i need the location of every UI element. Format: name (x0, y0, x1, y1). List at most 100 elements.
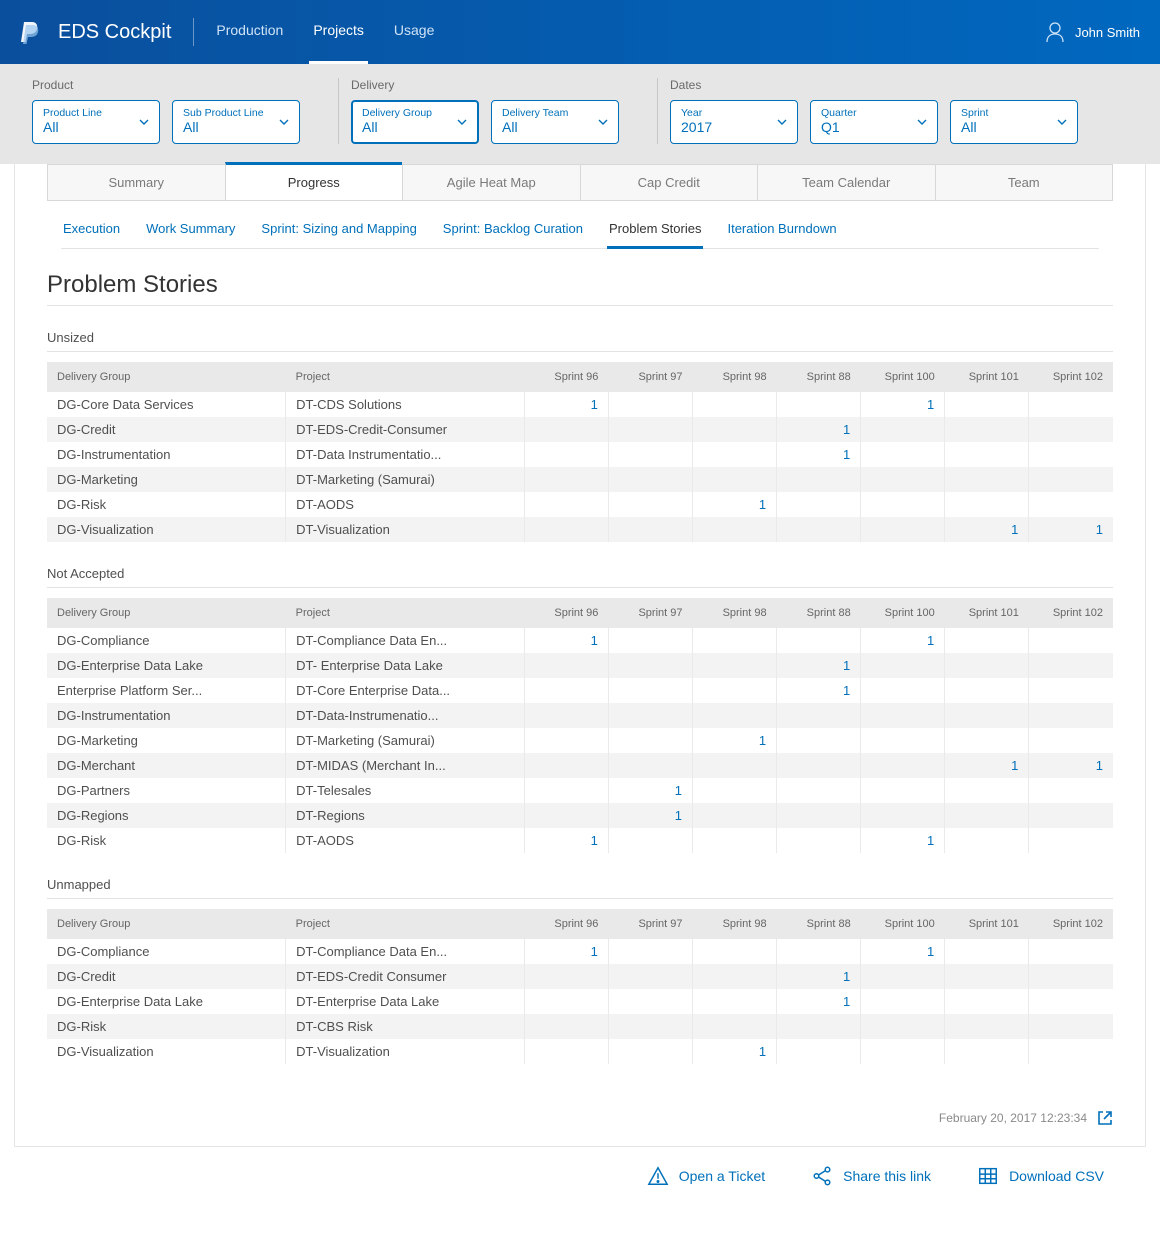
value-link[interactable]: 1 (927, 944, 934, 959)
value-link[interactable]: 1 (843, 969, 850, 984)
footer-actions: Open a Ticket Share this link Download C… (0, 1147, 1160, 1217)
value-link[interactable]: 1 (759, 733, 766, 748)
chevron-down-icon (777, 119, 787, 125)
dropdown-year[interactable]: Year2017 (670, 100, 798, 144)
cell-value (1029, 803, 1113, 828)
dropdown-delivery-group[interactable]: Delivery GroupAll (351, 100, 479, 144)
tab-team-calendar[interactable]: Team Calendar (757, 165, 935, 200)
value-link[interactable]: 1 (675, 808, 682, 823)
filter-group-label: Delivery (351, 78, 619, 92)
value-link[interactable]: 1 (843, 422, 850, 437)
value-link[interactable]: 1 (843, 447, 850, 462)
cell-value (861, 778, 945, 803)
cell-value (608, 492, 692, 517)
cell-value (1029, 492, 1113, 517)
subtab-problem-stories[interactable]: Problem Stories (607, 217, 703, 249)
cell-project: DT-CDS Solutions (286, 392, 525, 417)
cell-value (524, 442, 608, 467)
page-body: Problem Stories UnsizedDelivery GroupPro… (15, 249, 1145, 1084)
nav-item-production[interactable]: Production (216, 22, 283, 42)
cell-value: 1 (693, 1039, 777, 1064)
cell-value (777, 467, 861, 492)
chevron-down-icon (457, 119, 467, 125)
cell-project: DT-Data-Instrumenatio... (286, 703, 525, 728)
dropdown-quarter[interactable]: QuarterQ1 (810, 100, 938, 144)
cell-value (777, 1039, 861, 1064)
cell-value (861, 678, 945, 703)
col-header: Delivery Group (47, 598, 286, 628)
cell-value (608, 728, 692, 753)
cell-project: DT-CBS Risk (286, 1014, 525, 1039)
cell-value (945, 1039, 1029, 1064)
value-link[interactable]: 1 (591, 833, 598, 848)
value-link[interactable]: 1 (927, 633, 934, 648)
cell-value (777, 628, 861, 653)
cell-value (1029, 467, 1113, 492)
value-link[interactable]: 1 (1011, 758, 1018, 773)
value-link[interactable]: 1 (843, 994, 850, 1009)
table-row: Enterprise Platform Ser...DT-Core Enterp… (47, 678, 1113, 703)
value-link[interactable]: 1 (759, 497, 766, 512)
cell-value (945, 939, 1029, 964)
value-link[interactable]: 1 (759, 1044, 766, 1059)
dropdown-product-line[interactable]: Product LineAll (32, 100, 160, 144)
subtab-work-summary[interactable]: Work Summary (144, 217, 237, 248)
value-link[interactable]: 1 (843, 658, 850, 673)
cell-project: DT-Data Instrumentatio... (286, 442, 525, 467)
dropdown-delivery-team[interactable]: Delivery TeamAll (491, 100, 619, 144)
tab-agile-heat-map[interactable]: Agile Heat Map (402, 165, 580, 200)
cell-delivery-group: DG-Risk (47, 828, 286, 853)
cell-delivery-group: DG-Marketing (47, 467, 286, 492)
user-area[interactable]: John Smith (1045, 21, 1140, 43)
tab-summary[interactable]: Summary (47, 165, 225, 200)
cell-value (524, 467, 608, 492)
cell-project: DT-AODS (286, 828, 525, 853)
filter-group-label: Dates (670, 78, 1078, 92)
download-csv-button[interactable]: Download CSV (977, 1165, 1104, 1187)
cell-delivery-group: DG-Credit (47, 964, 286, 989)
cell-delivery-group: DG-Regions (47, 803, 286, 828)
value-link[interactable]: 1 (675, 783, 682, 798)
dropdown-sub-product-line[interactable]: Sub Product LineAll (172, 100, 300, 144)
cell-value (945, 678, 1029, 703)
cell-value (693, 753, 777, 778)
main-tabs: SummaryProgressAgile Heat MapCap CreditT… (47, 164, 1113, 201)
value-link[interactable]: 1 (591, 633, 598, 648)
value-link[interactable]: 1 (843, 683, 850, 698)
subtab-execution[interactable]: Execution (61, 217, 122, 248)
value-link[interactable]: 1 (1096, 758, 1103, 773)
cell-value (861, 517, 945, 542)
cell-value (945, 964, 1029, 989)
cell-value (861, 492, 945, 517)
value-link[interactable]: 1 (1096, 522, 1103, 537)
table-row: DG-RegionsDT-Regions1 (47, 803, 1113, 828)
value-link[interactable]: 1 (1011, 522, 1018, 537)
subtab-sprint-sizing-and-mapping[interactable]: Sprint: Sizing and Mapping (259, 217, 418, 248)
nav-item-usage[interactable]: Usage (394, 22, 434, 42)
open-ticket-button[interactable]: Open a Ticket (647, 1165, 765, 1187)
cell-value (693, 442, 777, 467)
nav-item-projects[interactable]: Projects (313, 22, 364, 42)
tab-team[interactable]: Team (935, 165, 1114, 200)
cell-project: DT-EDS-Credit-Consumer (286, 417, 525, 442)
value-link[interactable]: 1 (591, 944, 598, 959)
value-link[interactable]: 1 (927, 397, 934, 412)
table-row: DG-MerchantDT-MIDAS (Merchant In...11 (47, 753, 1113, 778)
subtab-sprint-backlog-curation[interactable]: Sprint: Backlog Curation (441, 217, 585, 248)
cell-value (693, 653, 777, 678)
subtab-iteration-burndown[interactable]: Iteration Burndown (725, 217, 838, 248)
col-header: Sprint 100 (861, 598, 945, 628)
tab-cap-credit[interactable]: Cap Credit (580, 165, 758, 200)
external-link-icon[interactable] (1097, 1110, 1113, 1126)
chevron-down-icon (279, 119, 289, 125)
cell-value (777, 492, 861, 517)
table-row: DG-VisualizationDT-Visualization1 (47, 1039, 1113, 1064)
value-link[interactable]: 1 (591, 397, 598, 412)
tab-progress[interactable]: Progress (225, 162, 403, 200)
value-link[interactable]: 1 (927, 833, 934, 848)
dropdown-sprint[interactable]: SprintAll (950, 100, 1078, 144)
share-link-button[interactable]: Share this link (811, 1165, 931, 1187)
table-row: DG-RiskDT-CBS Risk (47, 1014, 1113, 1039)
col-header: Sprint 98 (693, 362, 777, 392)
cell-value (524, 778, 608, 803)
